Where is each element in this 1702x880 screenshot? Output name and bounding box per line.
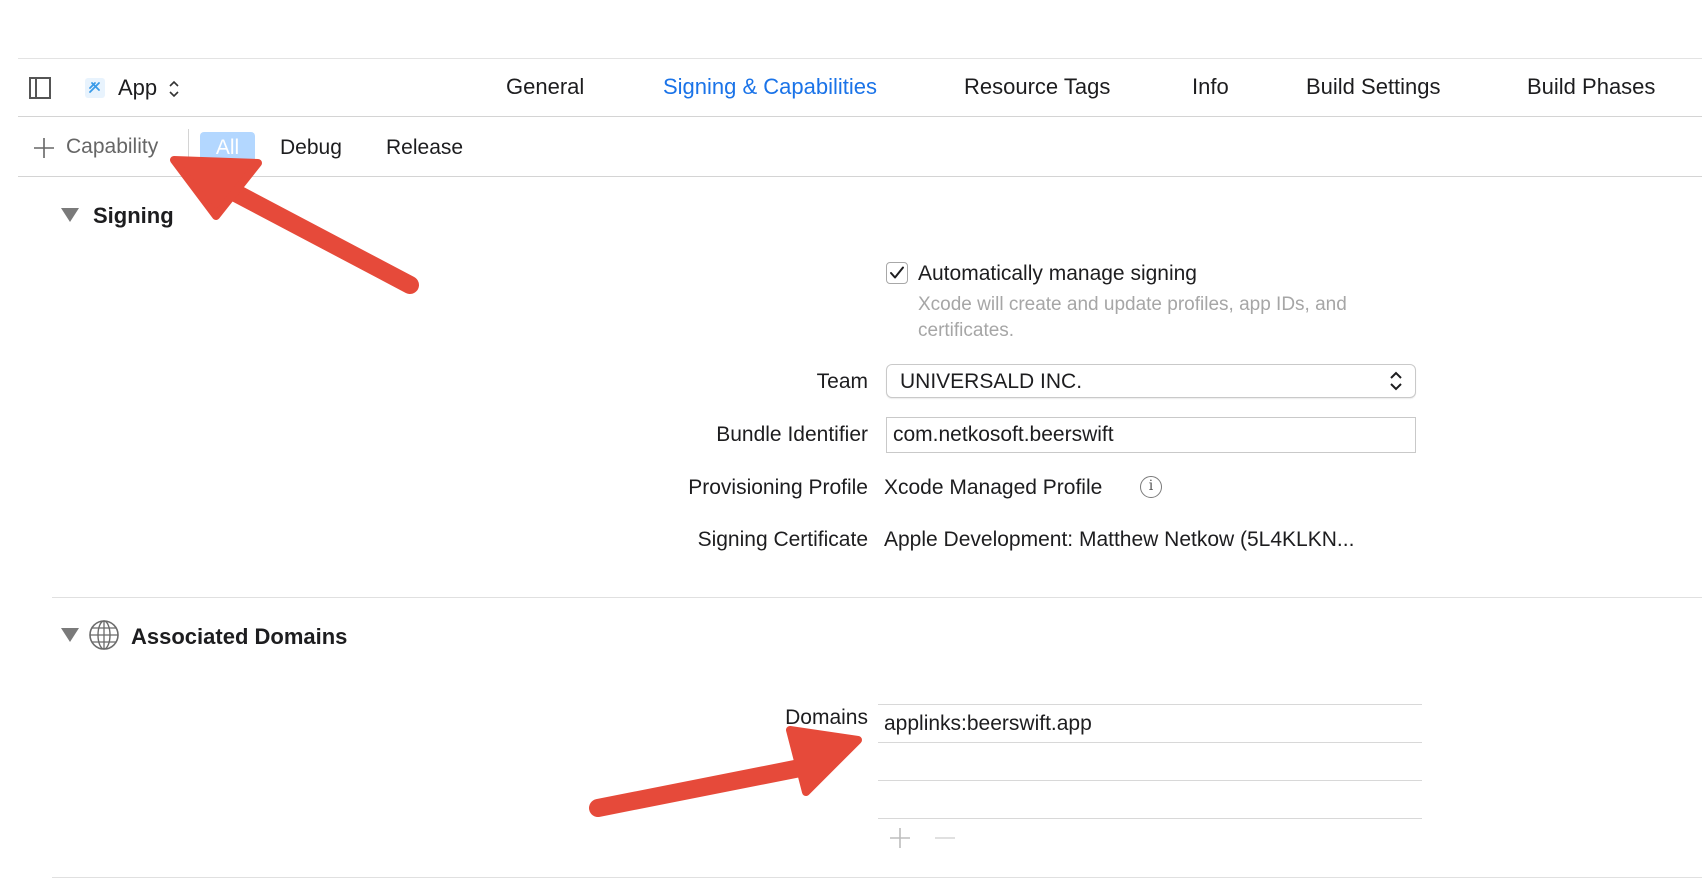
- target-name: App: [118, 75, 158, 100]
- checkmark-icon: [890, 266, 904, 279]
- add-capability-button[interactable]: Capability: [32, 133, 182, 163]
- tab-general[interactable]: General: [506, 74, 584, 100]
- domain-row-separator: [878, 780, 1422, 781]
- signing-section-title: Signing: [93, 203, 174, 228]
- team-popup[interactable]: UNIVERSALD INC.: [886, 364, 1416, 398]
- tab-build-phases[interactable]: Build Phases: [1527, 74, 1655, 100]
- section-divider: [52, 597, 1702, 598]
- tab-build-settings[interactable]: Build Settings: [1306, 74, 1441, 100]
- team-value: UNIVERSALD INC.: [900, 370, 1083, 393]
- globe-icon: [89, 620, 119, 650]
- remove-domain-icon[interactable]: [933, 826, 957, 850]
- domain-row[interactable]: [884, 782, 1414, 814]
- top-divider: [18, 58, 1702, 59]
- bundle-id-field[interactable]: [886, 417, 1416, 453]
- target-selector[interactable]: App: [82, 72, 192, 104]
- provisioning-value: Xcode Managed Profile: [884, 476, 1103, 499]
- add-domain-icon[interactable]: [888, 826, 912, 850]
- team-label: Team: [816, 370, 868, 393]
- disclosure-triangle-icon[interactable]: [61, 628, 79, 642]
- domains-label: Domains: [785, 706, 868, 729]
- certificate-value: Apple Development: Matthew Netkow (5L4KL…: [884, 528, 1355, 551]
- domain-row-separator: [878, 818, 1422, 819]
- provisioning-label: Provisioning Profile: [688, 476, 868, 499]
- app-target-icon: [85, 78, 105, 98]
- filter-all[interactable]: All: [200, 132, 255, 164]
- domain-row-separator: [878, 704, 1422, 705]
- toolbar-separator: [188, 129, 189, 167]
- disclosure-triangle-icon[interactable]: [61, 208, 79, 222]
- domain-row[interactable]: applinks:beerswift.app: [884, 708, 1414, 740]
- sidebar-toggle-icon[interactable]: [29, 77, 51, 99]
- tab-signing-capabilities[interactable]: Signing & Capabilities: [663, 74, 877, 100]
- arrow-to-domains-icon: [589, 726, 862, 817]
- tab-info[interactable]: Info: [1192, 74, 1229, 100]
- auto-manage-checkbox[interactable]: [886, 262, 908, 284]
- header-divider: [18, 116, 1702, 117]
- domains-list[interactable]: applinks:beerswift.app: [878, 704, 1422, 820]
- tab-resource-tags[interactable]: Resource Tags: [964, 74, 1110, 100]
- plus-icon: [34, 138, 54, 158]
- domain-row[interactable]: [884, 744, 1414, 776]
- toolbar-divider: [18, 176, 1702, 177]
- info-icon[interactable]: i: [1140, 476, 1162, 498]
- chevron-updown-icon: [1390, 371, 1402, 391]
- auto-manage-label: Automatically manage signing: [918, 262, 1197, 285]
- certificate-label: Signing Certificate: [697, 528, 868, 551]
- filter-debug[interactable]: Debug: [280, 136, 342, 160]
- filter-release[interactable]: Release: [386, 136, 463, 160]
- associated-domains-title: Associated Domains: [131, 624, 348, 649]
- add-capability-label: Capability: [66, 135, 159, 158]
- auto-manage-description: Xcode will create and update profiles, a…: [918, 294, 1347, 341]
- filter-all-label: All: [215, 136, 240, 159]
- arrow-to-capability-icon: [170, 156, 419, 294]
- domain-row-separator: [878, 742, 1422, 743]
- bottom-divider: [52, 877, 1702, 878]
- bundle-id-label: Bundle Identifier: [716, 423, 868, 446]
- chevron-updown-icon: [169, 80, 179, 98]
